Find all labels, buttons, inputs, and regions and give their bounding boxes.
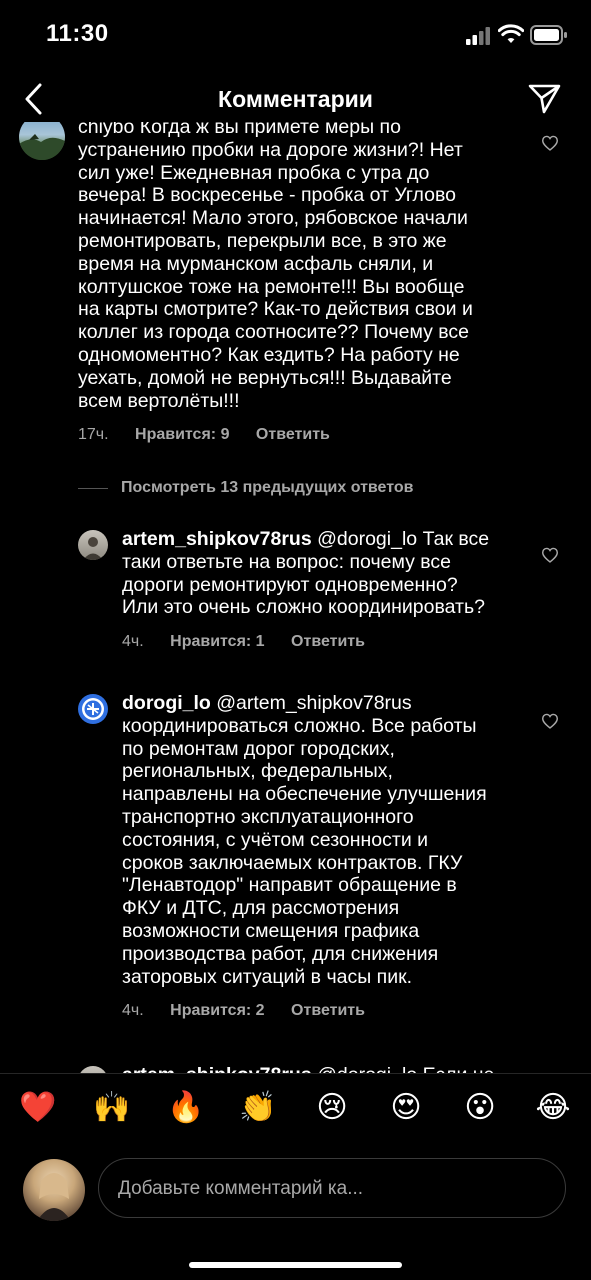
reply-button[interactable]: Ответить — [291, 633, 365, 650]
comment-line: коллег из города соотносите?? Почему все — [78, 321, 470, 344]
fire-emoji-button[interactable]: 🔥 — [166, 1086, 206, 1130]
replies-divider-line — [78, 488, 108, 489]
reply-line: производства работ, для снижения — [122, 942, 439, 965]
reply-line: состояния, с учётом сезонности и — [122, 828, 429, 851]
like-heart-icon[interactable] — [541, 547, 559, 563]
laughing-emoji-button[interactable]: 😂 — [533, 1086, 573, 1130]
reply-line: сроков заключаемых контрактов. ГКУ — [122, 851, 463, 874]
reply-line: "Ленавтодор" направит обращение в — [122, 874, 457, 897]
comment-line: chiybo Когда ж вы примете меры по — [78, 122, 401, 138]
reply-button[interactable]: Ответить — [291, 1002, 365, 1019]
comment-line: вечера! В воскресенье - пробка от Углово — [78, 184, 456, 207]
home-indicator[interactable] — [189, 1262, 402, 1268]
reply-item: artem_shipkov78rus @dorogi_lo Если не — [0, 1058, 591, 1074]
comment-item: chiybo Когда ж вы примете меры по устран… — [0, 122, 591, 462]
battery-icon — [530, 25, 567, 45]
reply-line: транспортно эксплуатационного — [122, 805, 414, 828]
comment-line: ремонтировать, перекрыли все, в это же — [78, 229, 447, 252]
comment-feed[interactable]: chiybo Когда ж вы примете меры по устран… — [0, 122, 591, 1074]
status-bar: 11:30 — [0, 0, 591, 70]
comment-line: одномоментно? Как ездить? На работу не — [78, 343, 460, 366]
raising-hands-emoji-button[interactable]: 🙌 — [92, 1086, 132, 1130]
reply-first-line-text: Так все — [422, 528, 490, 550]
reply-item: artem_shipkov78rus @dorogi_lo Так все та… — [0, 520, 591, 660]
reply-time: 4ч. — [122, 1002, 144, 1019]
reply-line: Или это очень сложно координировать? — [122, 596, 485, 619]
likes-count-button[interactable]: Нравится: 2 — [170, 1002, 264, 1019]
comment-composer — [0, 1150, 591, 1230]
comment-line: всем вертолёты!!! — [78, 389, 240, 412]
wifi-icon — [498, 24, 524, 43]
reply-meta: 4ч. Нравится: 2 Ответить — [122, 1002, 387, 1020]
reply-line: по ремонтам дорог городских, — [122, 737, 395, 760]
reply-line: заторовых ситуаций в часы пик. — [122, 965, 413, 988]
comment-input[interactable] — [116, 1159, 550, 1219]
comment-input-field[interactable] — [98, 1158, 566, 1219]
avatar-person-icon — [83, 537, 103, 560]
reply-time: 4ч. — [122, 633, 144, 650]
avatar-landscape-icon — [19, 134, 65, 160]
direct-send-icon[interactable] — [528, 83, 562, 115]
reply-username[interactable]: dorogi_lo — [122, 692, 211, 714]
reply-line: возможности смещения графика — [122, 919, 420, 942]
reply-line: таки ответьте на вопрос: почему все — [122, 550, 451, 573]
reply-line: дороги ремонтируют одновременно? — [122, 573, 458, 596]
reply-item: dorogi_lo @artem_shipkov78rus координиро… — [0, 684, 591, 1024]
reply-username[interactable]: artem_shipkov78rus — [122, 528, 312, 550]
clapping-emoji-button[interactable]: 👏 — [238, 1086, 278, 1130]
comment-text: chiybo Когда ж вы примете меры по устран… — [78, 122, 518, 412]
avatar[interactable] — [78, 530, 108, 560]
emoji-bar-divider — [0, 1073, 591, 1074]
cellular-signal-icon — [466, 27, 490, 45]
status-time: 11:30 — [46, 20, 109, 47]
reply-line: направлены на обеспечение улучшения — [122, 783, 487, 806]
reply-mention[interactable]: @dorogi_lo — [317, 528, 417, 550]
emoji-quick-bar: ❤️ 🙌 🔥 👏 😢 😍 😮 😂 — [0, 1086, 591, 1140]
surprised-emoji-button[interactable]: 😮 — [460, 1086, 500, 1130]
reply-first-line: artem_shipkov78rus @dorogi_lo Так все — [122, 528, 522, 551]
comment-line: сил уже! Ежедневная пробка с утра до — [78, 161, 430, 184]
comment-line: на карты смотрите? Как-то действия свои … — [78, 298, 473, 321]
comment-line: начинается! Мало этого, рябовское начали — [78, 207, 468, 230]
reply-button[interactable]: Ответить — [256, 426, 330, 443]
crying-emoji-button[interactable]: 😢 — [312, 1086, 352, 1130]
reply-text: dorogi_lo @artem_shipkov78rus координиро… — [122, 692, 532, 988]
heart-eyes-emoji-button[interactable]: 😍 — [386, 1086, 426, 1130]
likes-count-button[interactable]: Нравится: 9 — [135, 426, 229, 443]
like-heart-icon[interactable] — [541, 713, 559, 729]
reply-line: координироваться сложно. Все работы — [122, 714, 477, 737]
dorogi-logo-icon — [82, 698, 104, 720]
comment-meta: 17ч. Нравится: 9 Ответить — [78, 426, 352, 444]
user-avatar-photo-icon — [37, 1173, 71, 1221]
reply-meta: 4ч. Нравится: 1 Ответить — [122, 633, 387, 651]
reply-first-line: dorogi_lo @artem_shipkov78rus — [122, 692, 532, 715]
reply-text: artem_shipkov78rus @dorogi_lo Так все та… — [122, 528, 522, 619]
header: Комментарии — [0, 70, 591, 130]
like-heart-icon[interactable] — [541, 135, 559, 151]
avatar[interactable] — [78, 694, 108, 724]
comment-time: 17ч. — [78, 426, 109, 443]
comment-line: колтушское тоже на ремонте!!! Вы вообще — [78, 275, 465, 298]
comment-line: время на мурманском асфаль сняли, и — [78, 252, 434, 275]
reply-mention[interactable]: @artem_shipkov78rus — [216, 692, 411, 714]
heart-emoji-button[interactable]: ❤️ — [18, 1086, 58, 1130]
comment-line: устранению пробки на дороге жизни?! Нет — [78, 138, 463, 161]
likes-count-button[interactable]: Нравится: 1 — [170, 633, 264, 650]
user-avatar — [23, 1159, 85, 1221]
comment-line: уехать, домой не вернуться!!! Выдавайте — [78, 366, 452, 389]
view-previous-replies-label: Посмотреть 13 предыдущих ответов — [121, 479, 414, 496]
reply-line: ФКУ и ДТС, для рассмотрения — [122, 897, 400, 920]
page-title: Комментарии — [218, 86, 373, 112]
reply-line: региональных, федеральных, — [122, 760, 393, 783]
avatar[interactable] — [19, 122, 65, 160]
